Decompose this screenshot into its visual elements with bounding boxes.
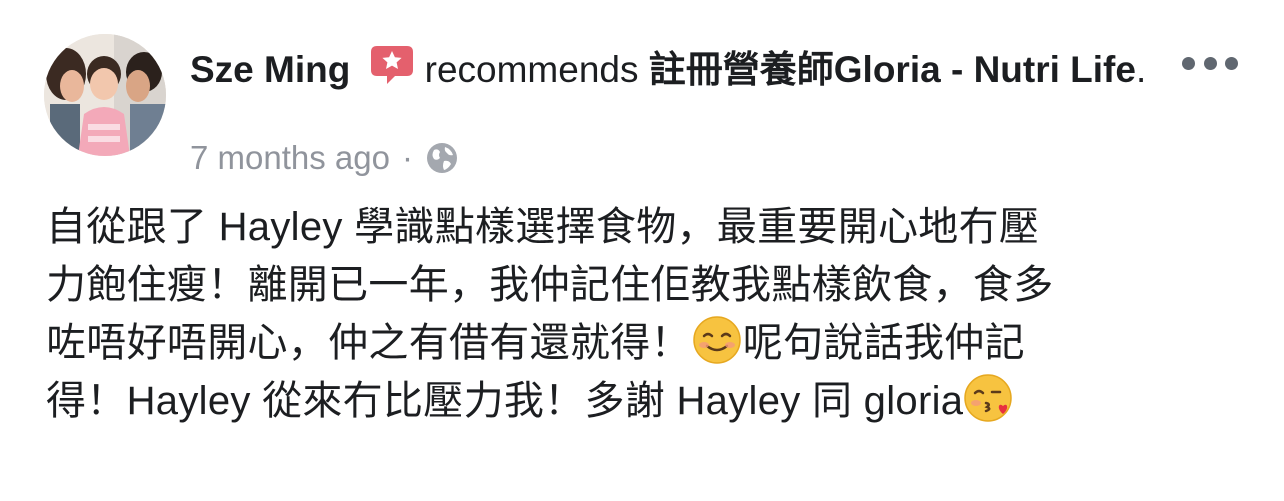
avatar-photo <box>44 34 166 156</box>
post-body-segment: 咗唔好唔開心，仲之有借有還就得！ <box>46 321 691 365</box>
post-header: Sze Ming recommends 註冊營養師Gloria - Nutri … <box>190 42 1150 92</box>
ellipsis-icon <box>1203 56 1217 70</box>
globe-icon[interactable] <box>425 141 459 175</box>
author-name[interactable]: Sze Ming <box>190 49 350 90</box>
avatar[interactable] <box>44 34 166 156</box>
action-verb: recommends <box>424 49 639 90</box>
more-options-button[interactable] <box>1182 48 1238 78</box>
post-body-segment: 得！Hayley 從來冇比壓力我！多謝 Hayley 同 gloria <box>46 379 964 423</box>
trailing-period: . <box>1135 49 1147 90</box>
timestamp[interactable]: 7 months ago <box>190 136 390 180</box>
post-body-segment: 呢句說話我仲記 <box>742 321 1025 365</box>
meta-separator: · <box>401 139 413 176</box>
post-body-line: 得！Hayley 從來冇比壓力我！多謝 Hayley 同 gloria <box>46 372 1206 430</box>
smiling-face-emoji <box>691 314 743 366</box>
post-body-line: 力飽住瘦！離開已一年，我仲記住佢教我點樣飲食，食多 <box>46 263 1054 307</box>
post-body: 自從跟了 Hayley 學識點樣選擇食物，最重要開心地冇壓 力飽住瘦！離開已一年… <box>46 198 1206 430</box>
post-meta: 7 months ago · <box>190 136 459 180</box>
recommended-page-name[interactable]: 註冊營養師Gloria - Nutri Life <box>649 49 1136 90</box>
ellipsis-icon <box>1225 56 1238 70</box>
post-body-line: 咗唔好唔開心，仲之有借有還就得！ 呢句說話我仲記 <box>46 314 1206 372</box>
post-body-line: 自從跟了 Hayley 學識點樣選擇食物，最重要開心地冇壓 <box>46 205 1040 249</box>
face-blowing-kiss-emoji <box>963 372 1015 424</box>
ellipsis-icon <box>1182 56 1195 70</box>
speech-bubble-star-icon <box>369 42 415 88</box>
